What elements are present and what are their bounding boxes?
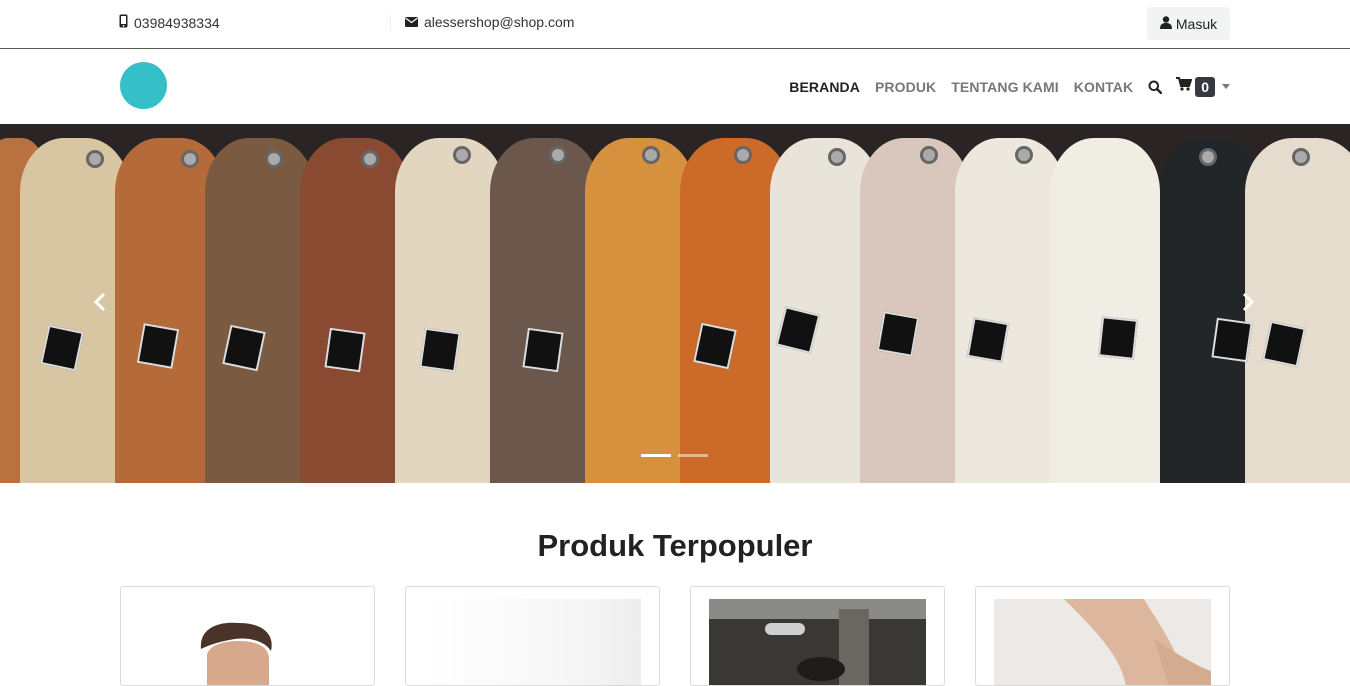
product-image (709, 599, 926, 685)
hanger-hook (86, 150, 104, 168)
fabric-tag (966, 317, 1010, 363)
hanger-hook (920, 146, 938, 164)
hanger-hook (642, 146, 660, 164)
contact-phone: 03984938334 (119, 14, 220, 31)
nav-item-kontak[interactable]: KONTAK (1074, 79, 1133, 95)
fabric-drape (860, 138, 970, 483)
carousel-indicator-2[interactable] (678, 454, 708, 457)
fabric-tag (522, 327, 564, 373)
product-image (994, 599, 1211, 685)
product-card[interactable] (405, 586, 660, 686)
product-card[interactable] (120, 586, 375, 686)
mobile-phone-icon (119, 14, 128, 31)
carousel-prev-button[interactable] (90, 292, 110, 316)
carousel-indicators (641, 454, 708, 457)
brand-logo[interactable] (120, 62, 167, 109)
phone-number: 03984938334 (134, 14, 220, 31)
hanger-hook (181, 150, 199, 168)
email-address: alessershop@shop.com (424, 14, 575, 30)
envelope-icon (405, 14, 418, 30)
fabric-drape (205, 138, 315, 483)
fabric-tag (1098, 316, 1138, 360)
login-label: Masuk (1175, 15, 1218, 32)
hanger-hook (1199, 148, 1217, 166)
hanger-hook (549, 146, 567, 164)
cart-dropdown[interactable]: 0 (1176, 76, 1230, 97)
carousel-indicator-1[interactable] (641, 454, 671, 457)
fabric-tag (876, 311, 920, 357)
chevron-left-icon (93, 292, 106, 316)
fabric-drape (20, 138, 130, 483)
hanger-hook (1015, 146, 1033, 164)
fabric-drape (955, 138, 1065, 483)
chevron-right-icon (1242, 292, 1255, 316)
contact-email: alessershop@shop.com (390, 14, 574, 30)
product-card[interactable] (690, 586, 945, 686)
main-navbar: BERANDA PRODUK TENTANG KAMI KONTAK 0 (0, 49, 1350, 124)
login-button[interactable]: Masuk (1147, 7, 1230, 40)
hanger-hook (828, 148, 846, 166)
search-icon[interactable] (1148, 80, 1163, 94)
shopping-cart-icon (1176, 77, 1193, 96)
nav-menu: BERANDA PRODUK TENTANG KAMI KONTAK 0 (789, 49, 1230, 124)
product-card[interactable] (975, 586, 1230, 686)
cart-count-badge: 0 (1195, 76, 1215, 97)
chevron-down-icon (1222, 84, 1230, 89)
user-icon (1159, 15, 1172, 32)
fabric-tag (1211, 317, 1253, 363)
hero-carousel (0, 124, 1350, 483)
fabric-drape (490, 138, 600, 483)
nav-item-beranda[interactable]: BERANDA (789, 79, 860, 95)
nav-item-produk[interactable]: PRODUK (875, 79, 936, 95)
hanger-hook (1292, 148, 1310, 166)
fabric-tag (324, 327, 366, 373)
fabric-drape (300, 138, 410, 483)
fabric-tag (136, 323, 180, 369)
product-image (424, 599, 641, 685)
hanger-hook (734, 146, 752, 164)
fabric-drape (585, 138, 695, 483)
nav-item-tentang-kami[interactable]: TENTANG KAMI (951, 79, 1059, 95)
section-title: Produk Terpopuler (537, 528, 813, 563)
fabric-drape (1050, 138, 1160, 483)
fabric-drape (395, 138, 505, 483)
hanger-hook (361, 150, 379, 168)
top-contact-bar: 03984938334 alessershop@shop.com Masuk (0, 0, 1350, 49)
carousel-next-button[interactable] (1238, 292, 1258, 316)
hanger-hook (453, 146, 471, 164)
hanger-hook (265, 150, 283, 168)
fabric-tag (419, 327, 461, 373)
fabric-drape (1245, 138, 1350, 483)
product-image (139, 599, 356, 685)
